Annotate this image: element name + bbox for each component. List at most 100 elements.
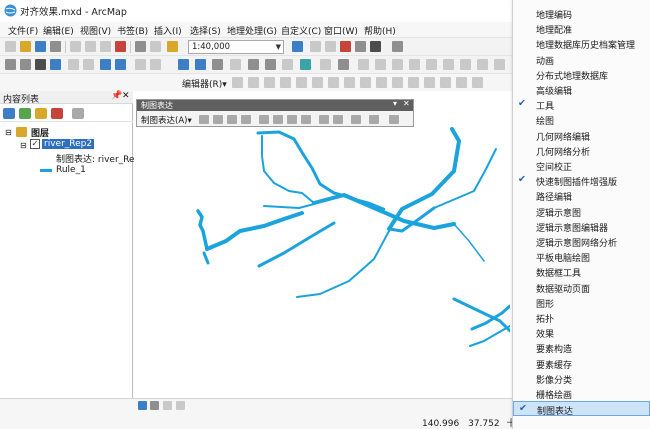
dropdown-menu-item[interactable]: 路径编辑: [513, 188, 650, 203]
chevron-down-icon[interactable]: ▾: [393, 99, 397, 108]
dropdown-menu-item[interactable]: 动画: [513, 52, 650, 67]
cut-icon[interactable]: [70, 41, 81, 52]
html-popup-icon[interactable]: [265, 59, 276, 70]
time-slider-icon[interactable]: [300, 59, 311, 70]
pan-icon[interactable]: [35, 59, 46, 70]
close-icon[interactable]: ✕: [403, 99, 410, 108]
fixed-zoom-in-icon[interactable]: [68, 59, 79, 70]
dropdown-menu-item[interactable]: ✔ 工具: [513, 97, 650, 112]
dropdown-menu-item[interactable]: 几何网络分析: [513, 143, 650, 158]
rotate-tool-icon[interactable]: [328, 77, 339, 88]
dropdown-menu-item[interactable]: ✔ 快速制图插件增强版: [513, 173, 650, 188]
quick-map-tool-icon[interactable]: [494, 59, 505, 70]
overflow-chevron-icon[interactable]: [338, 59, 349, 70]
save-icon[interactable]: [35, 41, 46, 52]
zoom-in-icon[interactable]: [5, 59, 16, 70]
layout-view-icon[interactable]: [150, 401, 159, 410]
layers-group-label[interactable]: 图层: [31, 126, 49, 139]
full-extent-icon[interactable]: [50, 59, 61, 70]
properties-icon[interactable]: [389, 115, 399, 124]
select-features-icon[interactable]: [135, 59, 146, 70]
pan-arrows-icon[interactable]: [369, 115, 379, 124]
menu-geoprocessing[interactable]: 地理处理(G): [227, 24, 277, 37]
quick-map-tool-icon[interactable]: [472, 77, 483, 88]
new-document-icon[interactable]: [5, 41, 16, 52]
toolbar-caption[interactable]: 制图表达 ▾ ✕: [137, 99, 413, 111]
dropdown-menu-item[interactable]: 数据驱动页面: [513, 280, 650, 295]
layer-visibility-checkbox[interactable]: ✓: [30, 139, 40, 149]
dropdown-menu-item[interactable]: 数据框工具: [513, 264, 650, 279]
add-data-icon[interactable]: [167, 41, 178, 52]
list-by-visibility-icon[interactable]: [35, 108, 47, 119]
layer-name-river-rep2[interactable]: river_Rep2: [42, 139, 95, 149]
quick-map-tool-icon[interactable]: [456, 77, 467, 88]
warp-icon[interactable]: [287, 115, 297, 124]
forward-extent-icon[interactable]: [115, 59, 126, 70]
map-display[interactable]: [134, 91, 510, 398]
hyperlink-icon[interactable]: [248, 59, 259, 70]
menu-selection[interactable]: 选择(S): [190, 24, 221, 37]
copy-icon[interactable]: [85, 41, 96, 52]
quick-map-tool-icon[interactable]: [460, 59, 471, 70]
dropdown-menu-item[interactable]: 影像分类: [513, 371, 650, 386]
quick-map-tool-icon[interactable]: [477, 59, 488, 70]
map-scale-combo[interactable]: 1:40,000 ▼: [188, 40, 284, 54]
redo-icon[interactable]: [150, 41, 161, 52]
clear-selection-icon[interactable]: [150, 59, 161, 70]
scale-icon[interactable]: [333, 115, 343, 124]
list-by-selection-icon[interactable]: [51, 108, 63, 119]
back-extent-icon[interactable]: [100, 59, 111, 70]
print-icon[interactable]: [50, 41, 61, 52]
attributes-icon[interactable]: [344, 77, 355, 88]
quick-map-tool-icon[interactable]: [358, 59, 369, 70]
quick-map-tool-icon[interactable]: [424, 77, 435, 88]
find-icon[interactable]: [212, 59, 223, 70]
close-icon[interactable]: ✕: [122, 91, 130, 101]
dropdown-menu-item[interactable]: 地理数据库历史档案管理: [513, 36, 650, 51]
edit-annotation-icon[interactable]: [248, 77, 259, 88]
refresh-icon[interactable]: [163, 401, 172, 410]
direct-select-icon[interactable]: [213, 115, 223, 124]
dropdown-menu-item[interactable]: 拓扑: [513, 310, 650, 325]
dropdown-menu-item[interactable]: 逻辑示意图编辑器: [513, 219, 650, 234]
dropdown-menu-item[interactable]: 地理编码: [513, 6, 650, 21]
dropdown-menu-item[interactable]: 空间校正: [513, 158, 650, 173]
rotate-icon[interactable]: [319, 115, 329, 124]
quick-map-tool-icon[interactable]: [392, 77, 403, 88]
sketch-properties-icon[interactable]: [360, 77, 371, 88]
menu-help[interactable]: 帮助(H): [364, 24, 396, 37]
pin-icon[interactable]: 📌: [111, 91, 122, 101]
create-features-icon[interactable]: [376, 77, 387, 88]
arctoolbox-icon[interactable]: [355, 41, 366, 52]
dropdown-menu-item[interactable]: 绘图: [513, 112, 650, 127]
pause-drawing-icon[interactable]: [176, 401, 185, 410]
menu-view[interactable]: 视图(V): [80, 24, 111, 37]
split-tool-icon[interactable]: [312, 77, 323, 88]
measure-icon[interactable]: [230, 59, 241, 70]
viewer-window-icon[interactable]: [320, 59, 331, 70]
select-tool-icon[interactable]: [199, 115, 209, 124]
table-of-contents-icon[interactable]: [310, 41, 321, 52]
dropdown-menu-item[interactable]: 几何网络编辑: [513, 128, 650, 143]
menu-edit[interactable]: 编辑(E): [43, 24, 74, 37]
dropdown-menu-item[interactable]: 逻辑示意图网络分析: [513, 234, 650, 249]
expand-collapse-icon[interactable]: ⊟: [5, 128, 12, 137]
menu-file[interactable]: 文件(F): [8, 24, 38, 37]
dropdown-menu-item[interactable]: 图形: [513, 295, 650, 310]
menu-bookmarks[interactable]: 书签(B): [117, 24, 148, 37]
quick-map-tool-icon[interactable]: [375, 59, 386, 70]
paste-icon[interactable]: [100, 41, 111, 52]
delete-icon[interactable]: [115, 41, 126, 52]
identify-icon[interactable]: [195, 59, 206, 70]
menu-windows[interactable]: 窗口(W): [324, 24, 358, 37]
dropdown-menu-item[interactable]: 效果: [513, 325, 650, 340]
point-icon[interactable]: [296, 77, 307, 88]
pencil-icon[interactable]: [259, 115, 269, 124]
edit-tool-icon[interactable]: [232, 77, 243, 88]
quick-map-tool-icon[interactable]: [392, 59, 403, 70]
editor-toolbar-icon[interactable]: [292, 41, 303, 52]
dropdown-menu-item[interactable]: 分布式地理数据库: [513, 67, 650, 82]
model-builder-icon[interactable]: [392, 41, 403, 52]
dropdown-menu-item[interactable]: 高级编辑: [513, 82, 650, 97]
list-by-drawing-order-icon[interactable]: [3, 108, 15, 119]
